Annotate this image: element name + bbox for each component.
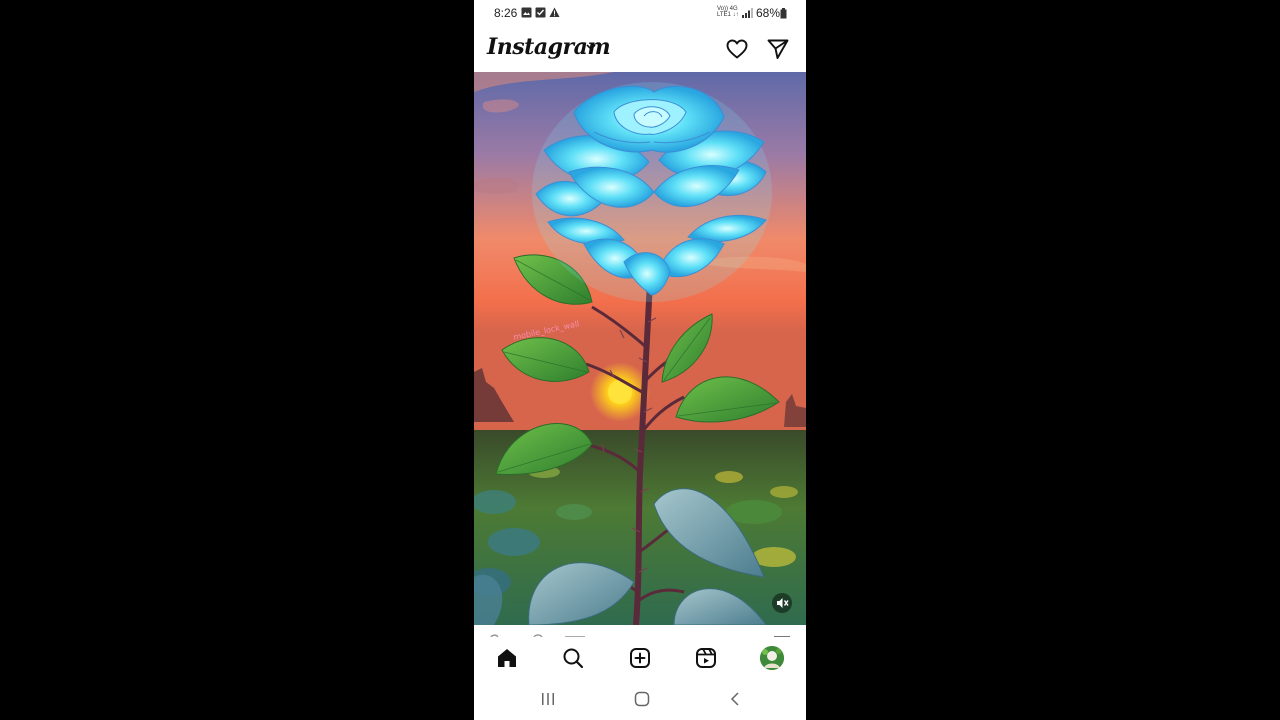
- mute-button[interactable]: [772, 593, 792, 613]
- battery-icon: [780, 8, 787, 19]
- instagram-header: Instagram: [474, 26, 806, 72]
- home-icon[interactable]: [495, 646, 519, 670]
- avatar-image: [760, 646, 784, 670]
- android-system-navigation: [474, 679, 806, 720]
- network-indicator: Vo)) 4G LTE1 ↓↑: [717, 6, 739, 18]
- network-bottom: LTE1 ↓↑: [717, 12, 739, 18]
- bottom-navigation: [474, 637, 806, 679]
- blue-rose-image: mobile_lock_wall: [474, 72, 806, 625]
- gallery-icon: [521, 7, 532, 18]
- signal-icon: [742, 8, 753, 18]
- direct-message-icon[interactable]: [766, 37, 790, 61]
- status-bar: 8:26 Vo)) 4G LTE1 ↓↑ 68%: [474, 0, 806, 26]
- phone-screen: 8:26 Vo)) 4G LTE1 ↓↑ 68% Instagram mobil…: [474, 0, 806, 720]
- home-circle-icon[interactable]: [632, 691, 652, 707]
- check-square-icon: [535, 7, 546, 18]
- reels-icon[interactable]: [694, 646, 718, 670]
- heart-icon[interactable]: [725, 37, 749, 61]
- chevron-down-icon[interactable]: [586, 44, 596, 51]
- recents-icon[interactable]: [538, 691, 558, 707]
- back-icon[interactable]: [725, 691, 745, 707]
- post-actions-partial: [474, 625, 806, 639]
- search-icon[interactable]: [561, 646, 585, 670]
- reel-video[interactable]: mobile_lock_wall: [474, 72, 806, 625]
- status-time: 8:26: [494, 6, 518, 20]
- mute-icon: [777, 598, 789, 608]
- create-icon[interactable]: [628, 646, 652, 670]
- warning-icon: [549, 7, 560, 17]
- profile-avatar[interactable]: [760, 646, 784, 670]
- battery-percent: 68%: [756, 6, 781, 20]
